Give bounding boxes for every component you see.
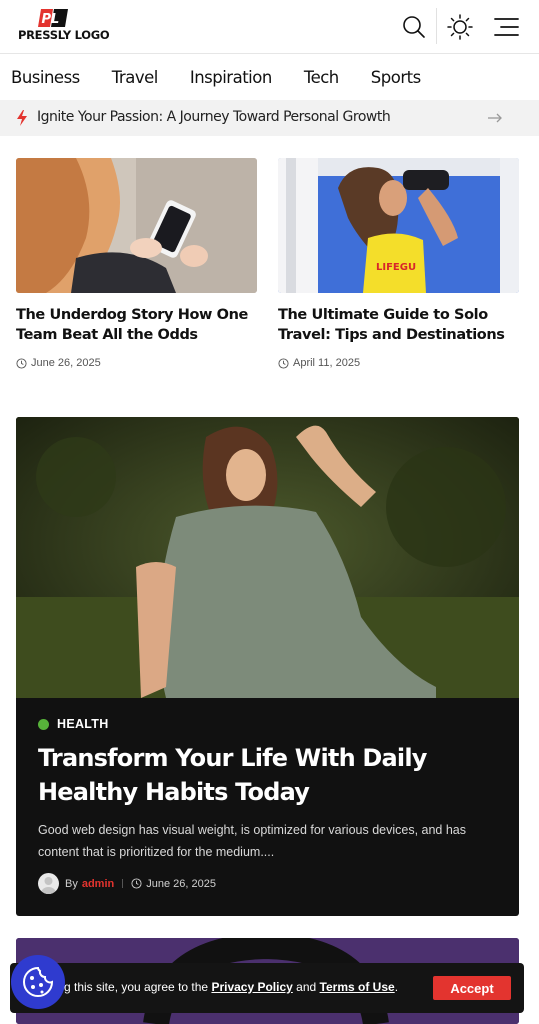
accept-button[interactable]: Accept xyxy=(433,976,511,1000)
cookie-icon xyxy=(23,966,54,997)
post-card-date: June 26, 2025 xyxy=(16,357,257,369)
nav-item-sports[interactable]: Sports xyxy=(371,68,421,87)
cookie-text-period: . xyxy=(394,980,399,994)
nav-item-business[interactable]: Business xyxy=(11,68,80,87)
nav-item-tech[interactable]: Tech xyxy=(304,68,339,87)
user-icon xyxy=(41,877,56,894)
header-divider xyxy=(436,8,437,44)
cookie-text-prefix: g this site, you agree to the xyxy=(64,980,209,994)
featured-post-image[interactable] xyxy=(16,417,519,698)
post-card-title[interactable]: The Underdog Story How One Team Beat All… xyxy=(16,305,257,345)
cookie-text-and: and xyxy=(296,980,317,994)
author-link[interactable]: admin xyxy=(82,878,114,890)
cookie-consent-bar: g this site, you agree to the Privacy Po… xyxy=(10,963,524,1013)
clock-icon xyxy=(131,878,142,889)
post-card-title[interactable]: The Ultimate Guide to Solo Travel: Tips … xyxy=(278,305,519,345)
featured-post: HEALTH Transform Your Life With Daily He… xyxy=(16,417,519,916)
phone-photo-image xyxy=(16,158,257,293)
clock-icon xyxy=(16,357,27,369)
post-date-text: June 26, 2025 xyxy=(146,877,216,890)
nav-item-travel[interactable]: Travel xyxy=(112,68,159,87)
clock-icon xyxy=(278,357,289,369)
category-badge[interactable]: HEALTH xyxy=(38,717,109,731)
post-date-text: April 11, 2025 xyxy=(293,357,361,369)
post-meta: By admin June 26, 2025 xyxy=(38,873,216,894)
search-icon xyxy=(403,16,425,38)
site-header: PL PRESSLY LOGO xyxy=(0,0,539,54)
category-nav: Business Travel Inspiration Tech Sports xyxy=(0,54,539,100)
svg-text:PL: PL xyxy=(42,12,60,27)
logo-mark-icon: PL xyxy=(38,9,68,27)
featured-post-excerpt: Good web design has visual weight, is op… xyxy=(38,823,467,859)
featured-post-title[interactable]: Transform Your Life With Daily Healthy H… xyxy=(38,741,478,809)
author-avatar[interactable] xyxy=(38,873,59,894)
privacy-policy-link[interactable]: Privacy Policy xyxy=(211,980,292,994)
meta-divider xyxy=(122,879,124,888)
arrow-right-icon[interactable] xyxy=(487,110,503,126)
news-ticker: Ignite Your Passion: A Journey Toward Pe… xyxy=(0,100,539,136)
logo-text: PRESSLY LOGO xyxy=(18,28,110,42)
category-dot xyxy=(38,718,49,730)
post-card-date: April 11, 2025 xyxy=(278,357,519,369)
nav-item-inspiration[interactable]: Inspiration xyxy=(190,68,272,87)
post-card-image[interactable]: LIFEGU xyxy=(278,158,519,293)
by-label: By xyxy=(65,877,78,890)
ticker-headline[interactable]: Ignite Your Passion: A Journey Toward Pe… xyxy=(37,109,391,125)
post-card-image[interactable] xyxy=(16,158,257,293)
post-date-text: June 26, 2025 xyxy=(31,357,101,369)
cookie-settings-button[interactable] xyxy=(11,955,65,1009)
menu-button[interactable] xyxy=(489,10,523,44)
search-button[interactable] xyxy=(397,10,431,44)
theme-toggle-button[interactable] xyxy=(443,10,477,44)
sun-icon xyxy=(447,14,473,40)
lifeguard-photo-image: LIFEGU xyxy=(278,158,519,293)
terms-of-use-link[interactable]: Terms of Use xyxy=(320,980,395,994)
bolt-icon xyxy=(17,110,27,126)
svg-text:LIFEGU: LIFEGU xyxy=(376,262,416,273)
site-logo[interactable]: PL PRESSLY LOGO xyxy=(18,9,110,45)
post-card: The Underdog Story How One Team Beat All… xyxy=(16,158,257,369)
menu-icon xyxy=(494,18,519,36)
post-card: LIFEGU The Ultimate Guide to Solo Travel… xyxy=(278,158,519,369)
category-label: HEALTH xyxy=(57,717,109,731)
cookie-message: g this site, you agree to the Privacy Po… xyxy=(64,980,398,994)
